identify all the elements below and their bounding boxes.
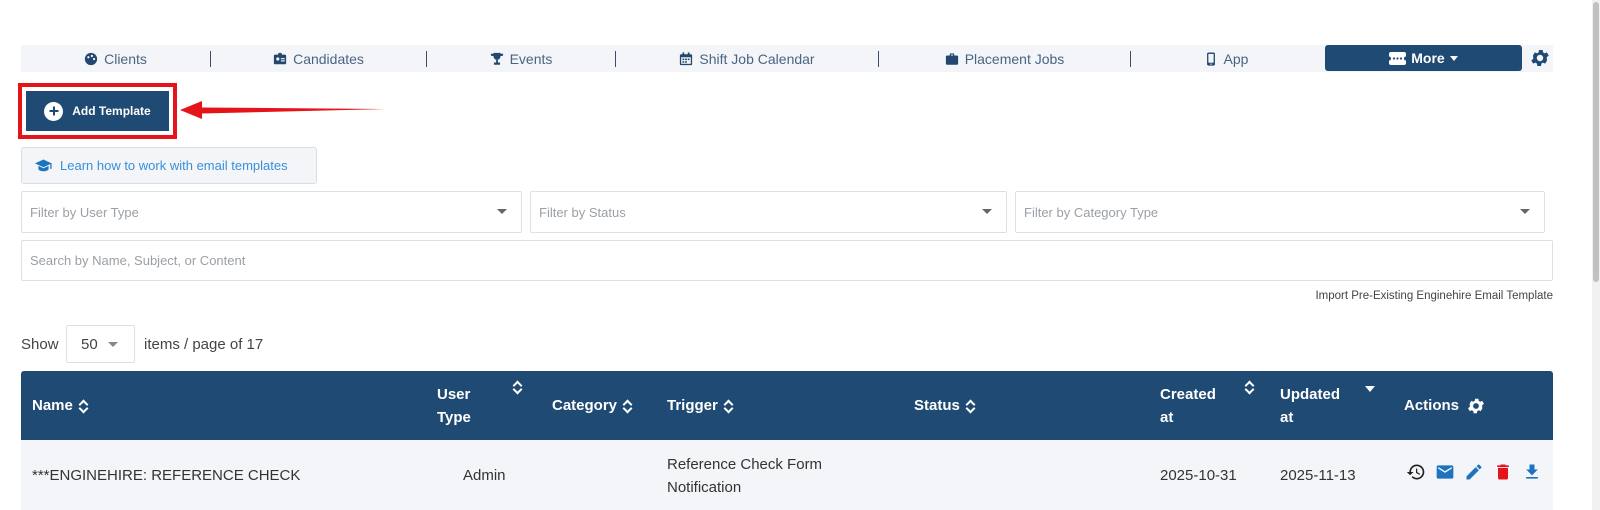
nav-item-label: App [1223, 50, 1249, 67]
learn-link-label: Learn how to work with email templates [60, 158, 288, 173]
column-header-category[interactable]: Category [552, 394, 633, 417]
cell-trigger-line: Notification [667, 479, 742, 496]
calendar-icon [680, 51, 693, 65]
sort-icon [966, 398, 976, 414]
gear-icon[interactable] [1466, 396, 1486, 416]
nav-item-label: Events [509, 50, 553, 67]
nav-item-label: Candidates [293, 50, 364, 67]
column-header-user-type[interactable]: User Type [437, 383, 471, 429]
column-label: Type [437, 409, 471, 426]
arrow-annotation-icon [180, 101, 385, 119]
top-nav: Clients Candidates Events Shift Job Cale… [21, 45, 1553, 72]
import-template-link[interactable]: Import Pre-Existing Enginehire Email Tem… [1315, 290, 1553, 302]
filter-user-type-select[interactable]: Filter by User Type [21, 191, 522, 233]
column-label: Actions [1404, 397, 1460, 414]
download-icon[interactable] [1522, 462, 1542, 482]
nav-item-events[interactable]: Events [427, 45, 615, 72]
column-header-name[interactable]: Name [32, 394, 89, 417]
add-template-label: Add Template [72, 104, 151, 118]
show-label: Show [21, 336, 59, 353]
column-label: Created [1160, 386, 1216, 403]
cell-updated-at: 2025-11-13 [1280, 467, 1356, 484]
sort-icon [623, 398, 633, 414]
column-header-trigger[interactable]: Trigger [667, 394, 734, 417]
sort-icon [79, 398, 89, 414]
column-label: Name [32, 397, 73, 414]
nav-item-app[interactable]: App [1131, 45, 1321, 72]
sort-icon[interactable] [1245, 379, 1255, 395]
column-label: User [437, 386, 471, 403]
cell-trigger: Reference Check Form Notification [667, 453, 822, 499]
cell-user-type: Admin [463, 467, 506, 484]
search-input[interactable] [21, 240, 1553, 281]
filter-category-placeholder: Filter by Category Type [1024, 204, 1159, 220]
nav-item-label: Placement Jobs [964, 50, 1065, 67]
column-header-created-at[interactable]: Created at [1160, 383, 1216, 429]
cell-name: ***ENGINEHIRE: REFERENCE CHECK [32, 467, 301, 484]
trophy-icon [490, 52, 503, 65]
column-label: Updated [1280, 386, 1340, 403]
mobile-icon [1206, 51, 1215, 66]
graduation-cap-icon [35, 159, 52, 172]
nav-item-candidates[interactable]: Candidates [211, 45, 426, 72]
add-template-button[interactable]: Add Template [26, 91, 169, 131]
nav-item-shift-job-calendar[interactable]: Shift Job Calendar [616, 45, 878, 72]
table-header: Name User Type Category Trigger Status C… [21, 371, 1553, 440]
sort-desc-icon[interactable] [1365, 386, 1375, 392]
plus-circle-icon [44, 101, 64, 121]
id-badge-icon [273, 52, 287, 64]
nav-item-clients[interactable]: Clients [21, 45, 210, 72]
filter-status-placeholder: Filter by Status [539, 204, 626, 220]
sort-icon[interactable] [513, 379, 523, 395]
nav-item-label: Shift Job Calendar [699, 50, 815, 67]
email-icon[interactable] [1435, 462, 1455, 482]
palette-icon [84, 52, 98, 65]
column-label: Status [914, 397, 960, 414]
cell-created-at: 2025-10-31 [1160, 467, 1237, 484]
chevron-down-icon [982, 209, 992, 214]
scrollbar[interactable] [1592, 0, 1600, 510]
chevron-down-icon [108, 342, 118, 347]
edit-pencil-icon[interactable] [1464, 462, 1484, 482]
nav-item-label: Clients [104, 50, 147, 67]
page-size-select[interactable]: 50 [66, 325, 135, 363]
add-template-highlight: Add Template [18, 83, 177, 139]
column-header-status[interactable]: Status [914, 394, 976, 417]
scrollbar-thumb[interactable] [1593, 2, 1599, 282]
ticket-icon [1389, 51, 1407, 65]
table-row: ***ENGINEHIRE: REFERENCE CHECK Admin Ref… [21, 440, 1553, 510]
gear-icon[interactable] [1529, 47, 1551, 69]
sort-icon [724, 398, 734, 414]
column-label: Trigger [667, 397, 718, 414]
chevron-down-icon [1520, 209, 1530, 214]
column-label: Category [552, 397, 618, 414]
column-header-updated-at[interactable]: Updated at [1280, 383, 1340, 429]
items-per-page-label: items / page of 17 [144, 336, 264, 353]
column-label: at [1280, 409, 1294, 426]
page-size-value: 50 [81, 335, 98, 353]
row-actions [1406, 462, 1542, 482]
column-header-actions: Actions [1404, 394, 1486, 417]
filter-category-select[interactable]: Filter by Category Type [1015, 191, 1545, 233]
column-label: at [1160, 409, 1174, 426]
briefcase-icon [945, 52, 958, 65]
chevron-down-icon [1449, 55, 1458, 61]
more-label: More [1411, 50, 1445, 66]
more-menu-button[interactable]: More [1325, 45, 1522, 71]
nav-item-placement-jobs[interactable]: Placement Jobs [879, 45, 1130, 72]
learn-email-templates-link[interactable]: Learn how to work with email templates [21, 147, 317, 184]
filter-status-select[interactable]: Filter by Status [530, 191, 1007, 233]
filter-user-type-placeholder: Filter by User Type [30, 204, 139, 220]
history-icon[interactable] [1406, 462, 1426, 482]
cell-trigger-line: Reference Check Form [667, 456, 823, 473]
delete-trash-icon[interactable] [1493, 462, 1513, 482]
chevron-down-icon [497, 209, 507, 214]
